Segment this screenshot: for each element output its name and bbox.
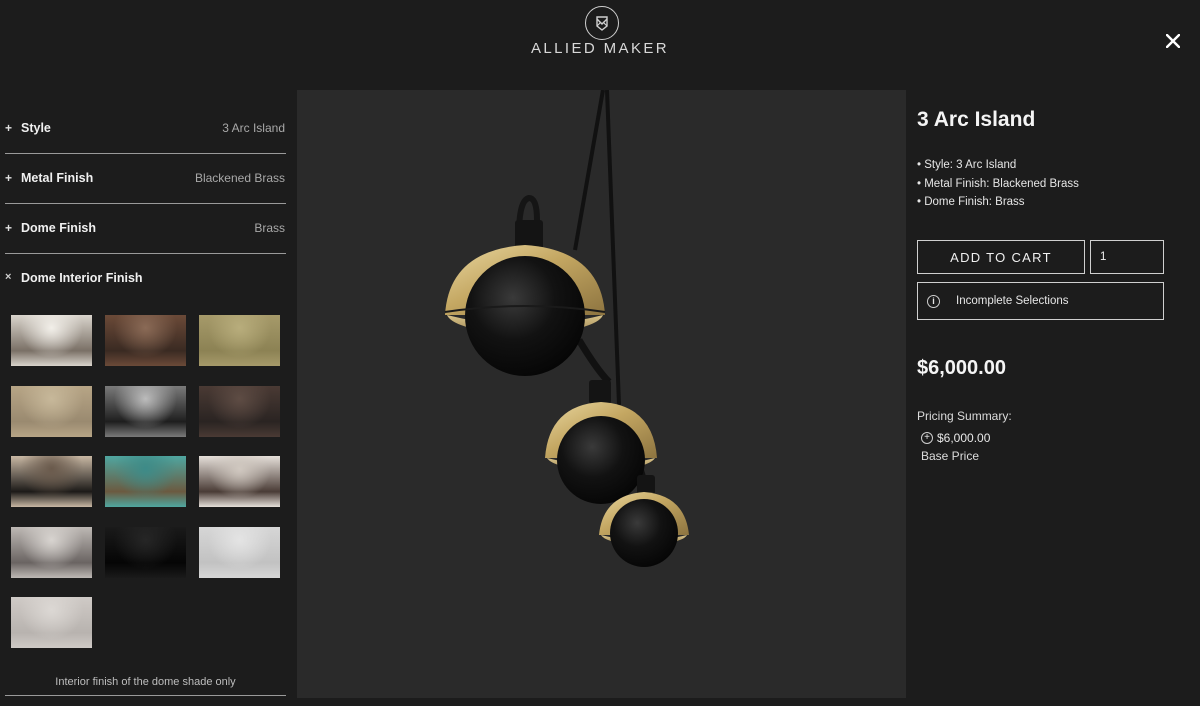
- info-icon: i: [927, 294, 940, 308]
- option-dome-finish-label-group: + Dome Finish: [5, 221, 96, 235]
- spec-line: • Dome Finish: Brass: [917, 196, 1025, 208]
- option-dome-interior-finish[interactable]: × Dome Interior Finish: [5, 254, 286, 290]
- finish-swatch[interactable]: [199, 456, 280, 507]
- option-value: Blackened Brass: [194, 171, 285, 185]
- product-price: $6,000.00: [917, 357, 1006, 379]
- option-metal-finish-label-group: + Metal Finish: [5, 171, 93, 185]
- product-image[interactable]: [297, 89, 906, 698]
- option-value: 3 Arc Island: [222, 121, 285, 135]
- finish-swatch[interactable]: [11, 315, 92, 366]
- finish-swatch[interactable]: [199, 385, 280, 437]
- pricing-line[interactable]: + $6,000.00: [921, 431, 990, 445]
- option-dome-finish[interactable]: + Dome Finish Brass: [5, 204, 286, 254]
- spec-line: • Metal Finish: Blackened Brass: [917, 177, 1079, 190]
- option-label: Style: [21, 121, 51, 135]
- finish-swatch[interactable]: [11, 385, 92, 437]
- plus-circle-icon: +: [921, 432, 933, 444]
- finish-swatch[interactable]: [199, 315, 280, 366]
- option-label: Dome Finish: [21, 221, 97, 235]
- finish-swatch[interactable]: [105, 456, 186, 507]
- finish-swatch[interactable]: [11, 526, 92, 578]
- expand-plus-icon: +: [5, 221, 13, 235]
- option-metal-finish[interactable]: + Metal Finish Blackened Brass: [5, 154, 286, 204]
- product-specs: • Style: 3 Arc Island • Metal Finish: Bl…: [917, 156, 1079, 212]
- incomplete-selections-notice[interactable]: i Incomplete Selections: [917, 282, 1164, 320]
- close-icon[interactable]: [1160, 28, 1186, 54]
- finish-swatch[interactable]: [11, 597, 92, 648]
- finish-swatch[interactable]: [199, 526, 280, 578]
- finish-swatch[interactable]: [105, 315, 186, 366]
- finish-swatch[interactable]: [11, 456, 92, 507]
- spec-line: • Style: 3 Arc Island: [917, 159, 1017, 171]
- finish-swatch[interactable]: [105, 526, 186, 578]
- collapse-x-icon: ×: [5, 271, 12, 283]
- base-price-label: Base Price: [921, 449, 980, 463]
- option-style[interactable]: + Style 3 Arc Island: [5, 104, 286, 154]
- option-label: Metal Finish: [21, 171, 94, 185]
- envelope-shield-icon[interactable]: [585, 6, 619, 40]
- base-price-value: $6,000.00: [937, 431, 991, 445]
- option-value: Brass: [254, 221, 285, 235]
- quantity-field[interactable]: [1090, 240, 1164, 274]
- brand-name[interactable]: ALLIED MAKER: [500, 40, 700, 57]
- swatch-note: Interior finish of the dome shade only: [55, 676, 236, 688]
- product-title: 3 Arc Island: [917, 108, 1036, 131]
- finish-swatch[interactable]: [105, 385, 186, 437]
- header: ALLIED MAKER: [0, 0, 1200, 90]
- incomplete-label: Incomplete Selections: [956, 295, 1069, 307]
- pricing-summary-label: Pricing Summary:: [917, 409, 1012, 423]
- options-panel: + Style 3 Arc Island + Metal Finish Blac…: [5, 104, 286, 290]
- add-to-cart-button[interactable]: ADD TO CART: [917, 240, 1085, 274]
- option-style-label-group: + Style: [5, 121, 51, 135]
- divider: [5, 695, 286, 696]
- option-label: Dome Interior Finish: [21, 271, 143, 285]
- expand-plus-icon: +: [5, 171, 13, 185]
- expand-plus-icon: +: [5, 121, 13, 135]
- pendant-illustration: [444, 89, 689, 567]
